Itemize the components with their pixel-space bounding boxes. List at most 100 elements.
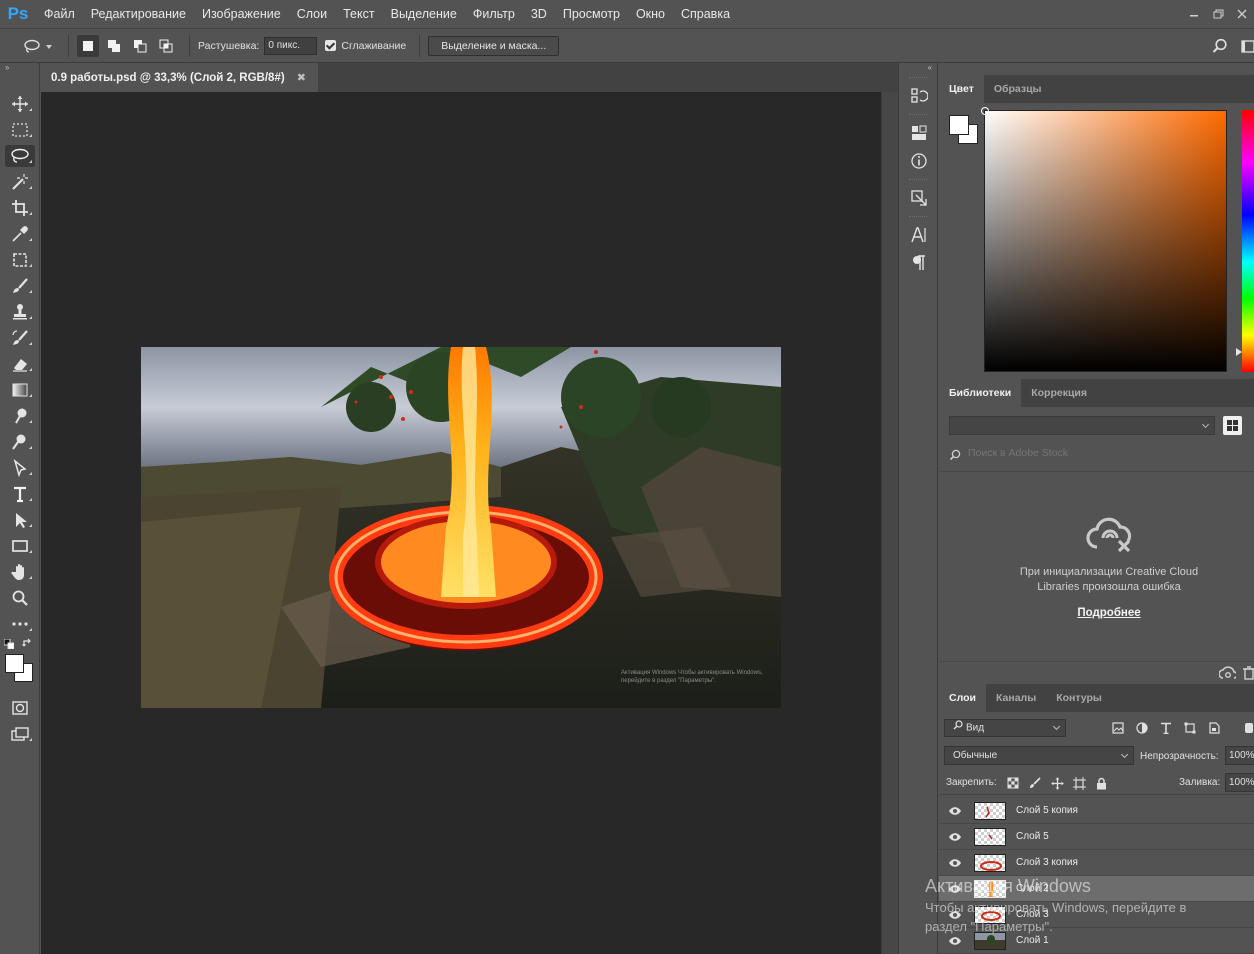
menu-select[interactable]: Выделение (383, 0, 465, 28)
filter-type-icon[interactable] (1159, 721, 1173, 735)
menu-window[interactable]: Окно (628, 0, 673, 28)
history-panel-icon[interactable] (899, 82, 939, 110)
lasso-preset-icon[interactable] (22, 36, 42, 56)
search-icon[interactable] (1208, 36, 1232, 56)
visibility-eye-icon[interactable] (948, 883, 962, 895)
visibility-eye-icon[interactable] (948, 909, 962, 921)
preset-dropdown-arrow-icon[interactable] (46, 44, 52, 49)
menu-help[interactable]: Справка (673, 0, 738, 28)
layer-thumbnail[interactable] (974, 906, 1006, 924)
foreground-swatch[interactable] (949, 115, 969, 135)
screen-mode-icon[interactable] (0, 721, 40, 747)
paragraph-panel-icon[interactable] (899, 249, 939, 277)
menu-edit[interactable]: Редактирование (83, 0, 194, 28)
layer-name[interactable]: Слой 5 (1016, 831, 1049, 842)
visibility-eye-icon[interactable] (948, 857, 962, 869)
lock-artboard-icon[interactable] (1072, 776, 1086, 790)
stock-search-input[interactable] (968, 445, 1238, 461)
foreground-color-swatch[interactable] (5, 654, 24, 673)
lock-transparent-icon[interactable] (1006, 776, 1020, 790)
vertical-scrollbar[interactable] (881, 92, 898, 954)
canvas-image[interactable]: Активация Windows Чтобы активировать Win… (141, 347, 781, 708)
lock-position-icon[interactable] (1050, 776, 1064, 790)
visibility-eye-icon[interactable] (948, 935, 962, 947)
menu-file[interactable]: Файл (36, 0, 83, 28)
quick-mask-icon[interactable] (0, 695, 40, 721)
menu-filter[interactable]: Фильтр (465, 0, 523, 28)
lock-all-icon[interactable] (1094, 776, 1108, 790)
menu-layers[interactable]: Слои (289, 0, 335, 28)
eraser-tool-icon[interactable] (0, 351, 40, 377)
frame-tool-icon[interactable] (0, 247, 40, 273)
history-brush-tool-icon[interactable] (0, 325, 40, 351)
properties-panel-icon[interactable] (899, 184, 939, 212)
type-tool-icon[interactable] (0, 481, 40, 507)
zoom-tool-icon[interactable] (0, 585, 40, 611)
visibility-eye-icon[interactable] (948, 805, 962, 817)
character-panel-icon[interactable] (899, 221, 939, 249)
3d-panel-icon[interactable] (899, 119, 939, 147)
lock-pixels-icon[interactable] (1028, 776, 1042, 790)
info-panel-icon[interactable] (899, 147, 939, 175)
marquee-tool-icon[interactable] (0, 117, 40, 143)
crop-tool-icon[interactable] (0, 195, 40, 221)
layer-name[interactable]: Слой 3 копия (1016, 857, 1078, 868)
layer-thumbnail[interactable] (974, 932, 1006, 950)
layer-name[interactable]: Слой 5 копия (1016, 805, 1078, 816)
hue-slider[interactable] (1242, 110, 1254, 372)
color-picker-marker[interactable] (981, 107, 989, 115)
new-selection-button[interactable] (77, 34, 99, 57)
gradient-tool-icon[interactable] (0, 377, 40, 403)
tab-color[interactable]: Цвет (939, 75, 984, 103)
swap-colors-icon[interactable] (22, 638, 33, 652)
blend-mode-select[interactable]: Обычные (944, 746, 1134, 765)
rectangle-tool-icon[interactable] (0, 533, 40, 559)
antialias-checkbox[interactable] (325, 40, 337, 51)
grid-view-button[interactable] (1223, 416, 1242, 435)
layer-row[interactable]: Слой 5 копия (939, 798, 1254, 824)
pen-tool-icon[interactable] (0, 455, 40, 481)
intersect-selection-button[interactable] (155, 35, 177, 57)
filter-shape-icon[interactable] (1183, 721, 1197, 735)
layer-thumbnail[interactable] (974, 828, 1006, 846)
tab-libraries[interactable]: Библиотеки (939, 379, 1022, 407)
layer-row-selected[interactable]: Слой 2 (939, 876, 1254, 902)
tab-channels[interactable]: Каналы (986, 684, 1046, 712)
default-colors-icon[interactable] (3, 638, 15, 652)
opacity-input[interactable]: 100% (1225, 746, 1254, 765)
layer-kind-filter[interactable]: Вид (944, 719, 1066, 737)
minimize-button[interactable] (1182, 4, 1206, 24)
layer-thumbnail[interactable] (974, 880, 1006, 898)
learn-more-link[interactable]: Подробнее (1069, 607, 1149, 619)
menu-type[interactable]: Текст (335, 0, 382, 28)
tab-adjustments[interactable]: Коррекция (1021, 379, 1097, 407)
smudge-tool-icon[interactable] (0, 403, 40, 429)
brush-tool-icon[interactable] (0, 273, 40, 299)
tab-swatches[interactable]: Образцы (984, 75, 1052, 103)
hue-slider-handle[interactable] (1236, 348, 1242, 356)
filter-toggle-icon[interactable] (1242, 721, 1254, 735)
lasso-tool-icon[interactable] (0, 143, 40, 169)
layer-row[interactable]: Слой 1 (939, 928, 1254, 954)
filter-pixel-icon[interactable] (1111, 721, 1125, 735)
layer-thumbnail[interactable] (974, 802, 1006, 820)
workspace-icon[interactable] (1232, 36, 1254, 56)
menu-image[interactable]: Изображение (194, 0, 289, 28)
dodge-tool-icon[interactable] (0, 429, 40, 455)
dock-expand-icon[interactable]: ‹‹ (899, 63, 937, 73)
menu-3d[interactable]: 3D (523, 0, 555, 28)
visibility-eye-icon[interactable] (948, 831, 962, 843)
layer-row[interactable]: Слой 3 копия (939, 850, 1254, 876)
close-tab-icon[interactable]: ✖ (297, 71, 306, 84)
tab-paths[interactable]: Контуры (1046, 684, 1112, 712)
magic-wand-tool-icon[interactable] (0, 169, 40, 195)
stamp-tool-icon[interactable] (0, 299, 40, 325)
fill-input[interactable]: 100% (1225, 773, 1254, 792)
layer-row[interactable]: Слой 3 (939, 902, 1254, 928)
layer-row[interactable]: Слой 5 (939, 824, 1254, 850)
hand-tool-icon[interactable] (0, 559, 40, 585)
library-select[interactable] (949, 416, 1215, 435)
menu-view[interactable]: Просмотр (555, 0, 628, 28)
cc-sync-icon[interactable] (1218, 666, 1238, 683)
subtract-selection-button[interactable] (129, 35, 151, 57)
